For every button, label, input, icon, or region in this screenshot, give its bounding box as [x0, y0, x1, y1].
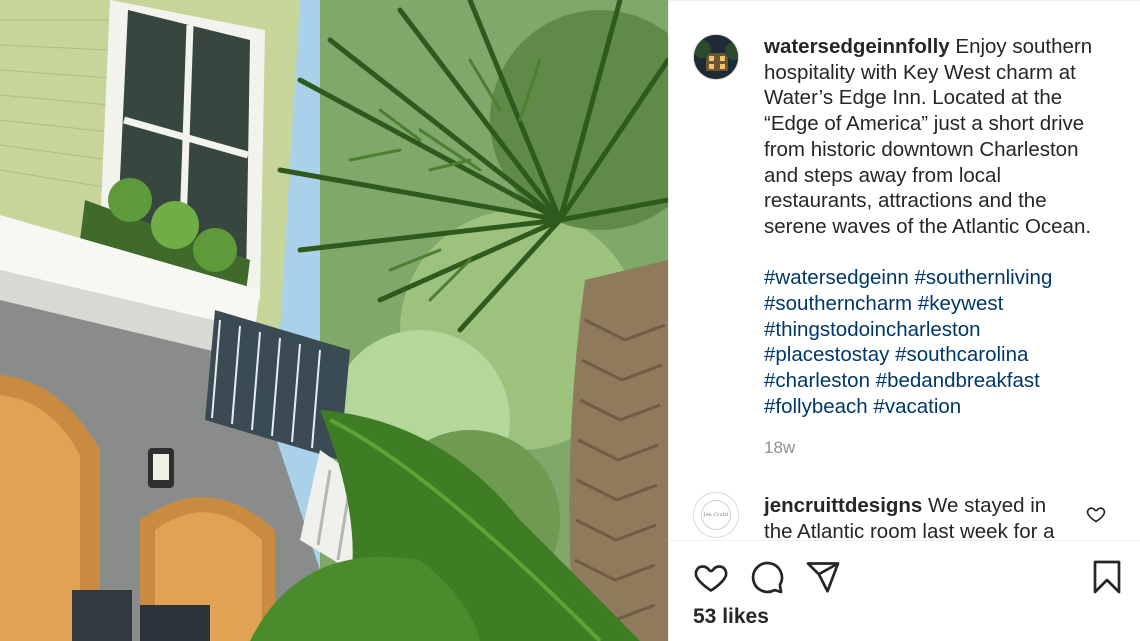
author-avatar[interactable]	[693, 34, 739, 80]
comment-body: jencruittdesigns We stayed in the Atlant…	[764, 493, 1064, 540]
heart-icon[interactable]	[693, 559, 729, 595]
commenter-username[interactable]: jencruittdesigns	[764, 494, 922, 517]
post-photo[interactable]	[0, 0, 668, 641]
hashtag-link[interactable]: #southerncharm	[764, 292, 912, 315]
caption-body: watersedgeinnfolly Enjoy southern hospit…	[764, 34, 1104, 420]
hashtag-link[interactable]: #watersedgeinn	[764, 266, 909, 289]
hashtag-link[interactable]: #keywest	[918, 292, 1003, 315]
divider	[669, 0, 1140, 1]
small-heart-icon[interactable]	[1086, 504, 1106, 524]
post-details-panel: watersedgeinnfolly Enjoy southern hospit…	[668, 0, 1140, 641]
commenter-avatar-logo: Jen Cruitt	[701, 500, 731, 530]
hashtag-list: #watersedgeinn #southernliving #southern…	[764, 265, 1104, 419]
hashtag-link[interactable]: #follybeach	[764, 395, 868, 418]
hashtag-link[interactable]: #bedandbreakfast	[876, 369, 1040, 392]
hashtag-link[interactable]: #southernliving	[914, 266, 1052, 289]
likes-count[interactable]: 53 likes	[693, 605, 769, 629]
author-username[interactable]: watersedgeinnfolly	[764, 35, 950, 58]
comment-item: Jen Cruitt jencruittdesigns We stayed in…	[693, 492, 1133, 540]
hashtag-link[interactable]: #placestostay	[764, 343, 889, 366]
commenter-avatar[interactable]: Jen Cruitt	[693, 492, 739, 538]
paper-plane-icon[interactable]	[805, 559, 841, 595]
post-actions-bar: 53 likes	[669, 540, 1140, 641]
hashtag-link[interactable]: #thingstodoincharleston	[764, 318, 981, 341]
bookmark-icon[interactable]	[1089, 559, 1125, 595]
hashtag-link[interactable]: #southcarolina	[895, 343, 1028, 366]
avatar-image	[694, 35, 738, 79]
post-timestamp[interactable]: 18w	[764, 438, 795, 458]
hashtag-link[interactable]: #charleston	[764, 369, 870, 392]
photo-illustration	[0, 0, 668, 641]
hashtag-link[interactable]: #vacation	[873, 395, 961, 418]
caption-text: Enjoy southern hospitality with Key West…	[764, 35, 1093, 238]
comment-bubble-icon[interactable]	[749, 559, 785, 595]
